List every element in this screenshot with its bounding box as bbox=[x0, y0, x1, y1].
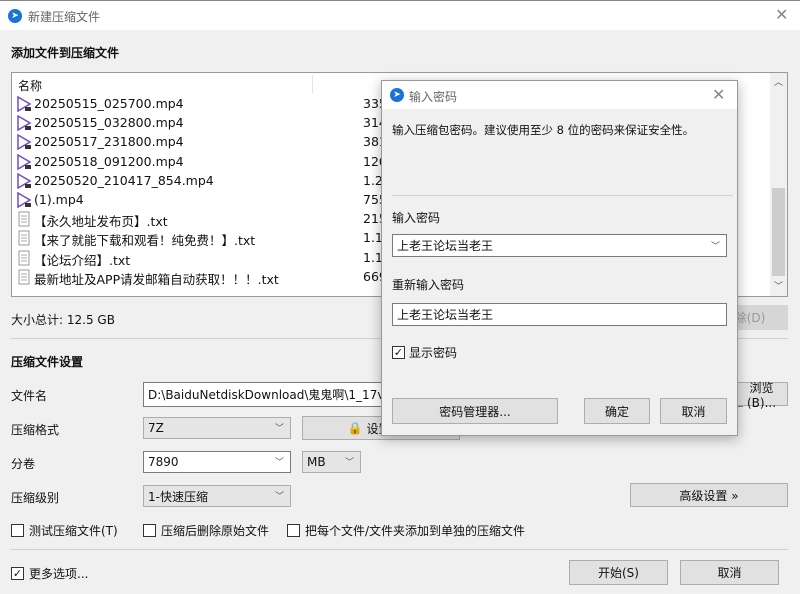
cancel-button[interactable]: 取消 bbox=[680, 560, 779, 585]
section-heading-add-files: 添加文件到压缩文件 bbox=[11, 46, 120, 60]
show-password-checkbox[interactable]: ✓ 显示密码 bbox=[392, 344, 457, 361]
filename-label: 文件名 bbox=[11, 389, 48, 403]
volume-unit-select[interactable]: MB ﹀ bbox=[302, 451, 361, 473]
app-icon: ➤ bbox=[8, 9, 22, 23]
level-select[interactable]: 1-快速压缩 ﹀ bbox=[143, 485, 291, 507]
file-name: 20250518_091200.mp4 bbox=[34, 153, 184, 169]
format-label: 压缩格式 bbox=[11, 423, 60, 437]
password-confirm-input[interactable]: 上老王论坛当老王 bbox=[392, 303, 727, 326]
close-icon[interactable]: ✕ bbox=[775, 5, 788, 24]
lock-icon: 🔒 bbox=[347, 421, 363, 435]
password-combo[interactable]: 上老王论坛当老王 ﹀ bbox=[392, 234, 727, 257]
advanced-label: 高级设置 » bbox=[679, 488, 739, 503]
level-value: 1-快速压缩 bbox=[148, 489, 208, 504]
chevron-down-icon[interactable]: ﹀ bbox=[711, 238, 720, 251]
start-label: 开始(S) bbox=[598, 566, 639, 580]
close-icon[interactable]: ✕ bbox=[712, 85, 725, 104]
start-button[interactable]: 开始(S) bbox=[569, 560, 668, 585]
show-password-label: 显示密码 bbox=[409, 346, 458, 360]
ok-button[interactable]: 确定 bbox=[584, 398, 650, 424]
manager-label: 密码管理器... bbox=[439, 404, 511, 419]
scroll-up-icon[interactable]: ︿ bbox=[774, 75, 783, 88]
cancel-label: 取消 bbox=[717, 566, 742, 580]
chevron-down-icon: ﹀ bbox=[344, 457, 354, 468]
chevron-down-icon: ﹀ bbox=[274, 491, 284, 502]
scroll-down-icon[interactable]: ﹀ bbox=[774, 279, 783, 292]
window-title: 新建压缩文件 bbox=[28, 10, 101, 24]
file-name: 20250515_032800.mp4 bbox=[34, 115, 184, 131]
delete-after-label: 压缩后删除原始文件 bbox=[161, 524, 270, 538]
text-file-icon bbox=[18, 269, 30, 285]
total-size: 大小总计: 12.5 GB bbox=[11, 313, 115, 327]
level-label: 压缩级别 bbox=[11, 491, 60, 505]
checkbox-box[interactable] bbox=[143, 524, 156, 537]
volume-size-input[interactable]: 7890 ﹀ bbox=[143, 451, 291, 473]
file-size: 1.1 bbox=[363, 249, 383, 265]
browse-label: 浏览(B)... bbox=[746, 380, 777, 410]
advanced-settings-button[interactable]: 高级设置 » bbox=[630, 483, 788, 507]
separate-archives-checkbox[interactable]: 把每个文件/文件夹添加到单独的压缩文件 bbox=[287, 522, 525, 539]
video-file-icon bbox=[17, 192, 32, 208]
password-manager-button[interactable]: 密码管理器... bbox=[392, 398, 558, 424]
scrollbar[interactable]: ︿ ﹀ bbox=[770, 73, 787, 296]
text-file-icon bbox=[18, 230, 30, 246]
browse-button[interactable]: 浏览(B)... bbox=[735, 381, 788, 410]
password-label: 输入密码 bbox=[392, 211, 441, 225]
text-file-icon bbox=[18, 250, 30, 266]
separate-label: 把每个文件/文件夹添加到单独的压缩文件 bbox=[305, 524, 526, 538]
chevron-down-icon: ﹀ bbox=[274, 423, 284, 434]
file-name: 最新地址及APP请发邮箱自动获取！！！.txt bbox=[34, 271, 279, 287]
dialog-hint: 输入压缩包密码。建议使用至少 8 位的密码来保证安全性。 bbox=[392, 123, 695, 137]
dialog-cancel-button[interactable]: 取消 bbox=[660, 398, 727, 424]
test-label: 测试压缩文件(T) bbox=[29, 524, 118, 538]
checkbox-box[interactable] bbox=[11, 524, 24, 537]
text-file-icon bbox=[18, 211, 30, 227]
dialog-cancel-label: 取消 bbox=[681, 404, 706, 419]
format-value: 7Z bbox=[148, 421, 164, 435]
video-file-icon bbox=[17, 172, 32, 189]
volume-label: 分卷 bbox=[11, 457, 36, 471]
file-name: 20250520_210417_854.mp4 bbox=[34, 172, 214, 188]
password-dialog: ➤ 输入密码 ✕ 输入压缩包密码。建议使用至少 8 位的密码来保证安全性。 输入… bbox=[381, 80, 738, 436]
column-divider bbox=[312, 75, 313, 93]
more-options-label: 更多选项... bbox=[29, 567, 89, 581]
ok-label: 确定 bbox=[604, 404, 629, 419]
title-bar: ➤ 新建压缩文件 ✕ bbox=[0, 0, 800, 30]
file-name: (1).mp4 bbox=[34, 192, 84, 207]
file-name: 【来了就能下载和观看！纯免费！】.txt bbox=[34, 233, 256, 249]
file-name: 【论坛介绍】.txt bbox=[34, 252, 131, 268]
file-size: 1.2 bbox=[363, 172, 383, 188]
column-header-name[interactable]: 名称 bbox=[18, 77, 42, 94]
video-file-icon bbox=[17, 134, 32, 151]
more-options-checkbox[interactable]: ✓ 更多选项... bbox=[11, 565, 88, 582]
file-size: 1.1 bbox=[363, 230, 383, 246]
test-archive-checkbox[interactable]: 测试压缩文件(T) bbox=[11, 522, 118, 539]
app-icon: ➤ bbox=[390, 88, 404, 102]
chevron-down-icon[interactable]: ﹀ bbox=[275, 455, 284, 468]
unit-value: MB bbox=[307, 455, 326, 469]
section-heading-settings: 压缩文件设置 bbox=[11, 355, 84, 369]
checkbox-box[interactable]: ✓ bbox=[392, 346, 405, 359]
video-file-icon bbox=[17, 96, 32, 112]
volume-value: 7890 bbox=[148, 455, 179, 469]
file-name: 20250517_231800.mp4 bbox=[34, 134, 184, 150]
dialog-title-bar: ➤ 输入密码 ✕ bbox=[382, 81, 737, 109]
checkbox-box[interactable] bbox=[287, 524, 300, 537]
video-file-icon bbox=[17, 115, 32, 132]
video-file-icon bbox=[17, 153, 32, 170]
divider bbox=[11, 549, 788, 550]
file-name: 20250515_025700.mp4 bbox=[34, 96, 184, 111]
password-confirm-label: 重新输入密码 bbox=[392, 278, 465, 292]
checkbox-box[interactable]: ✓ bbox=[11, 567, 24, 580]
password-value: 上老王论坛当老王 bbox=[397, 239, 494, 253]
scroll-thumb[interactable] bbox=[772, 188, 785, 276]
divider bbox=[392, 195, 733, 196]
delete-after-checkbox[interactable]: 压缩后删除原始文件 bbox=[143, 522, 269, 539]
file-name: 【永久地址发布页】.txt bbox=[34, 214, 168, 230]
dialog-title: 输入密码 bbox=[409, 90, 458, 104]
format-select[interactable]: 7Z ﹀ bbox=[143, 417, 291, 439]
